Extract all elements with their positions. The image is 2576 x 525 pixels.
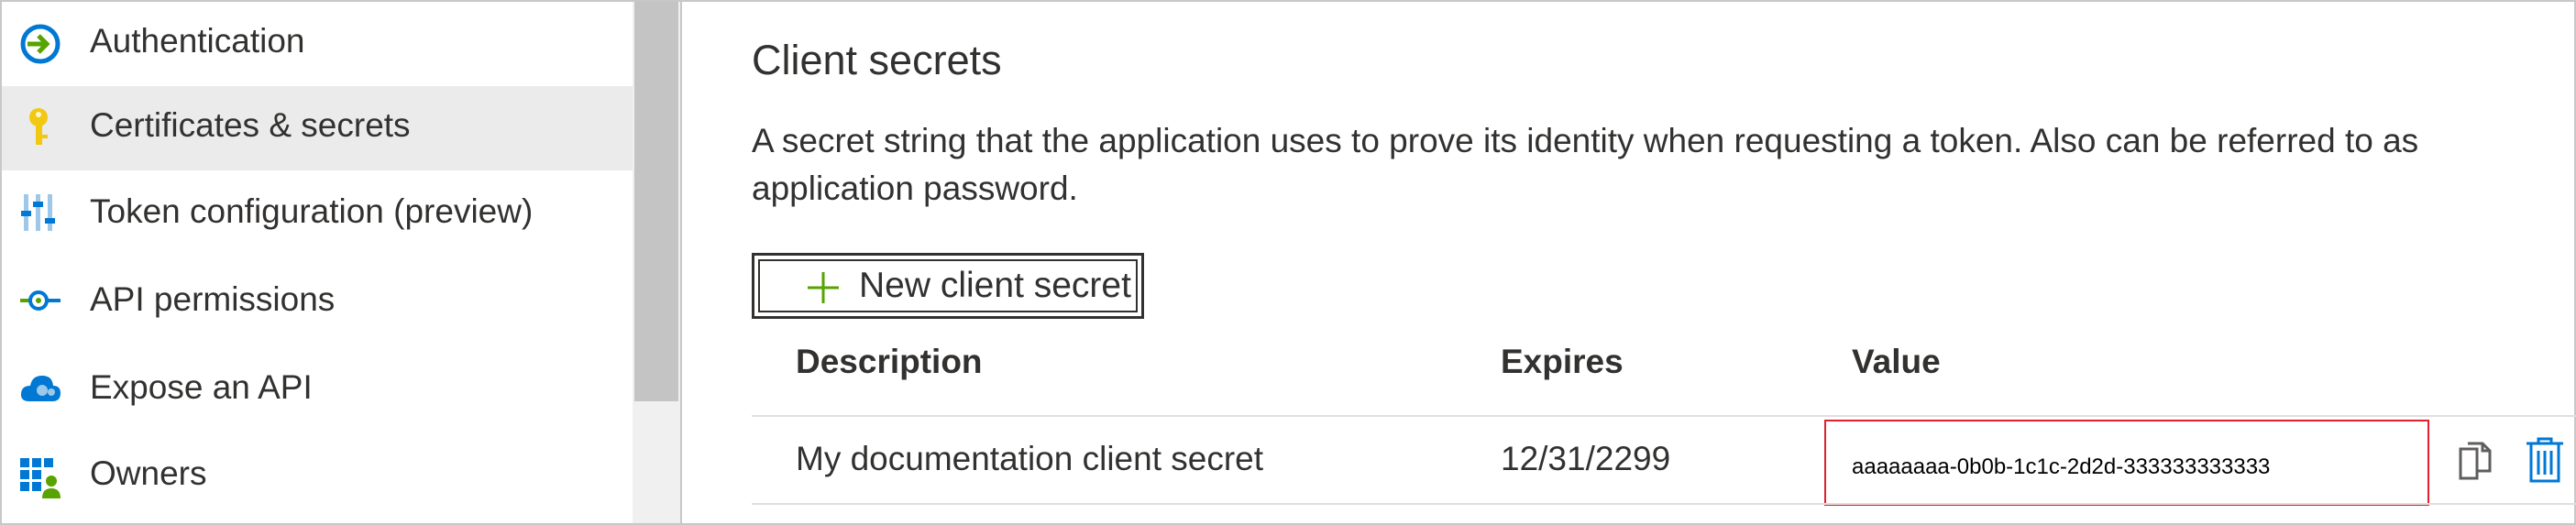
- sidebar-item-certificates-secrets[interactable]: Certificates & secrets: [2, 86, 633, 170]
- sidebar-item-owners[interactable]: Owners: [2, 434, 633, 519]
- delete-icon[interactable]: [2525, 436, 2565, 484]
- table-row-divider: [752, 503, 2576, 505]
- sidebar-item-label: Token configuration (preview): [90, 192, 534, 230]
- authentication-icon: [18, 22, 62, 66]
- table-row-divider: [752, 415, 2576, 417]
- main-content: Client secrets A secret string that the …: [682, 2, 2576, 523]
- sidebar-item-label: Owners: [90, 454, 207, 492]
- new-client-secret-label: New client secret: [859, 266, 1131, 305]
- api-permissions-icon: [18, 279, 62, 323]
- page-title: Client secrets: [752, 37, 1002, 83]
- sidebar-nav: Authentication Certificates & secrets To: [2, 2, 633, 523]
- secret-value-highlight[interactable]: aaaaaaaa-0b0b-1c1c-2d2d-333333333333: [1824, 420, 2429, 506]
- secret-expires: 12/31/2299: [1501, 440, 1671, 477]
- sidebar-item-label: API permissions: [90, 280, 336, 318]
- column-header-expires: Expires: [1501, 343, 1624, 380]
- cloud-api-icon: [18, 366, 62, 410]
- key-icon: [18, 104, 62, 148]
- sidebar-item-expose-an-api[interactable]: Expose an API: [2, 348, 633, 432]
- secret-value[interactable]: aaaaaaaa-0b0b-1c1c-2d2d-333333333333: [1852, 454, 2270, 480]
- sidebar-item-authentication[interactable]: Authentication: [2, 2, 633, 86]
- token-configuration-icon: [18, 191, 62, 235]
- page-description: A secret string that the application use…: [752, 122, 2419, 207]
- column-header-description: Description: [796, 343, 983, 380]
- sidebar-item-label: Authentication: [90, 22, 305, 60]
- new-client-secret-button[interactable]: New client secret: [752, 253, 1144, 319]
- column-header-value: Value: [1852, 343, 1941, 380]
- sidebar-item-api-permissions[interactable]: API permissions: [2, 260, 633, 345]
- secret-description: My documentation client secret: [796, 440, 1264, 477]
- owners-icon: [18, 456, 62, 500]
- sidebar-item-label: Certificates & secrets: [90, 106, 411, 144]
- sidebar-item-label: Expose an API: [90, 368, 313, 406]
- sidebar-scrollbar-thumb[interactable]: [634, 2, 678, 401]
- copy-icon[interactable]: [2457, 442, 2497, 484]
- plus-icon: [806, 270, 841, 305]
- sidebar-item-token-configuration[interactable]: Token configuration (preview): [2, 172, 633, 257]
